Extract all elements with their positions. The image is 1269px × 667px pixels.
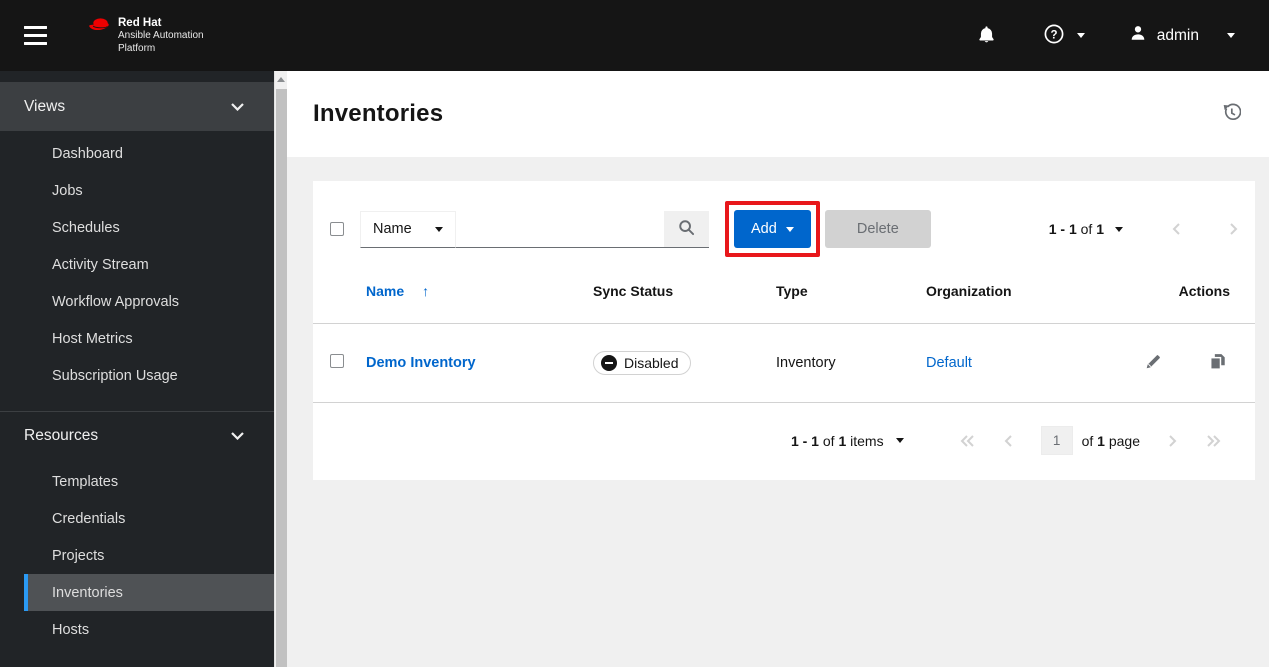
copy-button[interactable]	[1209, 353, 1226, 373]
sort-ascending-icon[interactable]: ↑	[422, 283, 429, 299]
user-menu[interactable]: admin	[1129, 24, 1235, 47]
sidebar-item-dashboard[interactable]: Dashboard	[24, 135, 274, 172]
scrollbar-up-arrow[interactable]	[275, 71, 287, 88]
brand-product-line1: Ansible Automation	[118, 30, 204, 42]
sidebar-item-activity-stream[interactable]: Activity Stream	[24, 246, 274, 283]
nav-group-resources[interactable]: Resources	[0, 412, 274, 459]
chevron-down-icon	[1076, 33, 1085, 38]
current-page-input[interactable]	[1040, 426, 1073, 455]
sidebar-item-hosts[interactable]: Hosts	[24, 611, 274, 648]
next-page-button[interactable]	[1229, 222, 1239, 236]
scrollbar-thumb[interactable]	[276, 89, 287, 667]
sidebar-item-templates[interactable]: Templates	[24, 463, 274, 500]
redhat-fedora-icon	[88, 16, 111, 38]
nav-group-views-label: Views	[24, 97, 66, 115]
chevron-down-icon[interactable]	[1227, 33, 1235, 38]
filter-type-select[interactable]: Name	[360, 210, 456, 248]
sync-status-badge: Disabled	[593, 351, 692, 375]
minus-circle-icon	[601, 355, 617, 371]
add-button[interactable]: Add	[734, 210, 811, 248]
history-icon[interactable]	[1222, 103, 1242, 125]
column-header-actions: Actions	[1178, 283, 1230, 299]
list-toolbar: Name Add Delete 1 - 1 of 1	[313, 181, 1255, 277]
brand-name: Red Hat	[118, 17, 162, 30]
sidebar-item-workflow-approvals[interactable]: Workflow Approvals	[24, 283, 274, 320]
chevron-down-icon	[231, 427, 244, 445]
nav-toggle-icon[interactable]	[24, 21, 48, 50]
side-navigation: Views Dashboard Jobs Schedules Activity …	[0, 71, 274, 667]
search-button[interactable]	[664, 210, 709, 248]
brand-product-line2: Platform	[118, 42, 156, 54]
column-header-sync-status: Sync Status	[593, 283, 674, 299]
svg-text:?: ?	[1050, 29, 1057, 41]
top-pagination: 1 - 1 of 1	[1049, 221, 1239, 237]
page-title: Inventories	[313, 100, 444, 127]
help-dropdown-toggle[interactable]	[1076, 33, 1085, 38]
sync-status-label: Disabled	[624, 355, 679, 371]
help-button[interactable]: ?	[1044, 24, 1064, 47]
page-count-label: of 1 page	[1081, 432, 1140, 449]
per-page-menu-toggle[interactable]	[895, 438, 904, 443]
delete-button[interactable]: Delete	[824, 210, 931, 248]
search-input[interactable]	[456, 210, 664, 248]
sidebar-item-credentials[interactable]: Credentials	[24, 500, 274, 537]
search-icon	[678, 219, 695, 239]
chevron-down-icon	[435, 226, 443, 232]
inventories-list-card: Name Add Delete 1 - 1 of 1 Name ↑ Sync S…	[313, 181, 1255, 480]
prev-page-button[interactable]	[1003, 434, 1013, 448]
bell-icon	[977, 25, 996, 47]
sidebar-item-host-metrics[interactable]: Host Metrics	[24, 320, 274, 357]
page-header: Inventories	[287, 71, 1269, 157]
notifications-button[interactable]	[977, 25, 996, 47]
copy-icon	[1209, 353, 1226, 373]
organization-link[interactable]: Default	[926, 355, 972, 371]
column-header-type: Type	[776, 283, 808, 299]
question-circle-icon: ?	[1044, 24, 1064, 47]
edit-button[interactable]	[1145, 353, 1162, 373]
items-range: 1 - 1 of 1 items	[790, 432, 884, 449]
sidebar-item-inventories[interactable]: Inventories	[24, 574, 274, 611]
annotation-highlight-box: Add	[725, 201, 820, 257]
brand-logo: Red Hat Ansible Automation Platform	[88, 16, 204, 54]
first-page-button[interactable]	[960, 434, 975, 448]
next-page-button[interactable]	[1168, 434, 1178, 448]
last-page-button[interactable]	[1206, 434, 1221, 448]
username-label: admin	[1156, 26, 1199, 44]
sidebar-item-jobs[interactable]: Jobs	[24, 172, 274, 209]
sidebar-item-subscription-usage[interactable]: Subscription Usage	[24, 357, 274, 394]
column-header-organization: Organization	[926, 283, 1012, 299]
add-button-label: Add	[751, 221, 777, 237]
chevron-down-icon	[785, 226, 794, 232]
pencil-icon	[1145, 353, 1162, 373]
prev-page-button[interactable]	[1171, 222, 1181, 236]
vertical-scrollbar[interactable]	[274, 71, 287, 667]
sidebar-item-schedules[interactable]: Schedules	[24, 209, 274, 246]
inventory-type-cell: Inventory	[776, 355, 836, 371]
row-select-checkbox[interactable]	[330, 354, 344, 368]
select-all-checkbox[interactable]	[330, 222, 344, 236]
user-icon	[1129, 24, 1147, 47]
nav-group-views[interactable]: Views	[0, 82, 274, 131]
inventory-name-link[interactable]: Demo Inventory	[366, 355, 476, 371]
masthead: Red Hat Ansible Automation Platform ? ad…	[0, 0, 1269, 71]
footer-pagination: 1 - 1 of 1 items 1 of 1 page	[313, 403, 1255, 480]
pagination-menu-toggle[interactable]	[1115, 226, 1123, 232]
column-header-name[interactable]: Name ↑	[366, 277, 593, 324]
inventories-table: Name ↑ Sync Status Type Organization Acti…	[313, 277, 1255, 403]
table-row: Demo Inventory Disabled Inventory Defaul…	[313, 324, 1255, 403]
chevron-down-icon	[231, 98, 244, 116]
pagination-range: 1 - 1 of 1	[1048, 221, 1104, 237]
filter-type-selected-label: Name	[373, 221, 412, 237]
nav-group-resources-label: Resources	[24, 426, 99, 444]
sidebar-item-projects[interactable]: Projects	[24, 537, 274, 574]
